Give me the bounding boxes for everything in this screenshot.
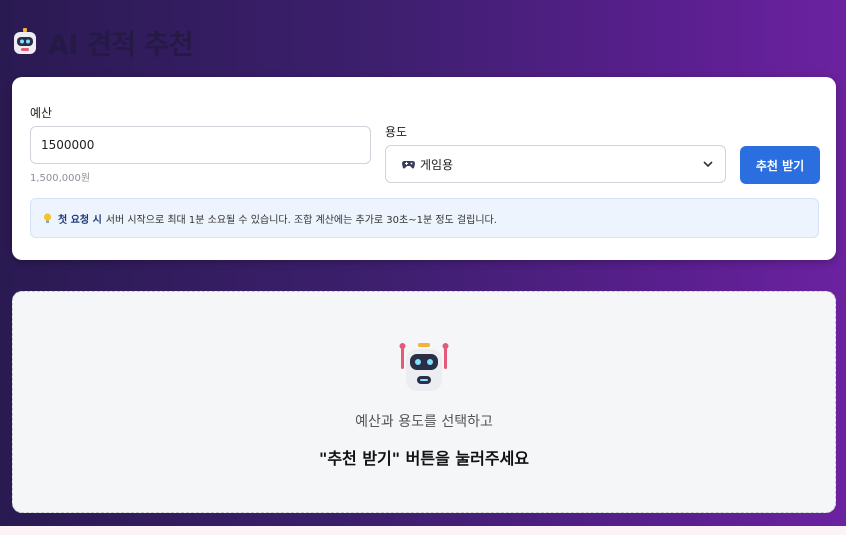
budget-input[interactable] [30,126,371,164]
gamepad-icon [402,161,415,169]
budget-formatted-hint: 1,500,000원 [30,173,91,184]
chevron-down-icon [703,161,713,168]
submit-button[interactable]: 추천 받기 [740,146,820,184]
usage-label: 용도 [385,125,408,139]
robot-icon [14,28,36,54]
page-title: AI 견적 추천 [48,29,194,61]
budget-label: 예산 [30,106,53,120]
notice-banner: 첫 요청 시 서버 시작으로 최대 1분 소요될 수 있습니다. 조합 계산에는… [30,198,819,238]
notice-text: 서버 시작으로 최대 1분 소요될 수 있습니다. 조합 계산에는 추가로 30… [105,214,497,226]
usage-select[interactable]: 게임용 [385,145,726,183]
result-placeholder: 예산과 용도를 선택하고 "추천 받기" 버튼을 눌러주세요 [12,291,836,513]
request-form-card: 예산 1,500,000원 용도 게임용 추천 받기 첫 요청 시 서버 시작으… [12,77,836,260]
lightbulb-icon [43,212,52,223]
robot-icon [399,343,449,391]
usage-selected-value: 게임용 [420,157,454,172]
result-subtitle: 예산과 용도를 선택하고 [355,414,493,430]
page-header: AI 견적 추천 [12,22,194,62]
result-instruction: "추천 받기" 버튼을 눌러주세요 [318,449,530,468]
notice-bold-text: 첫 요청 시 [58,214,102,226]
page-footer-strip [0,526,846,535]
